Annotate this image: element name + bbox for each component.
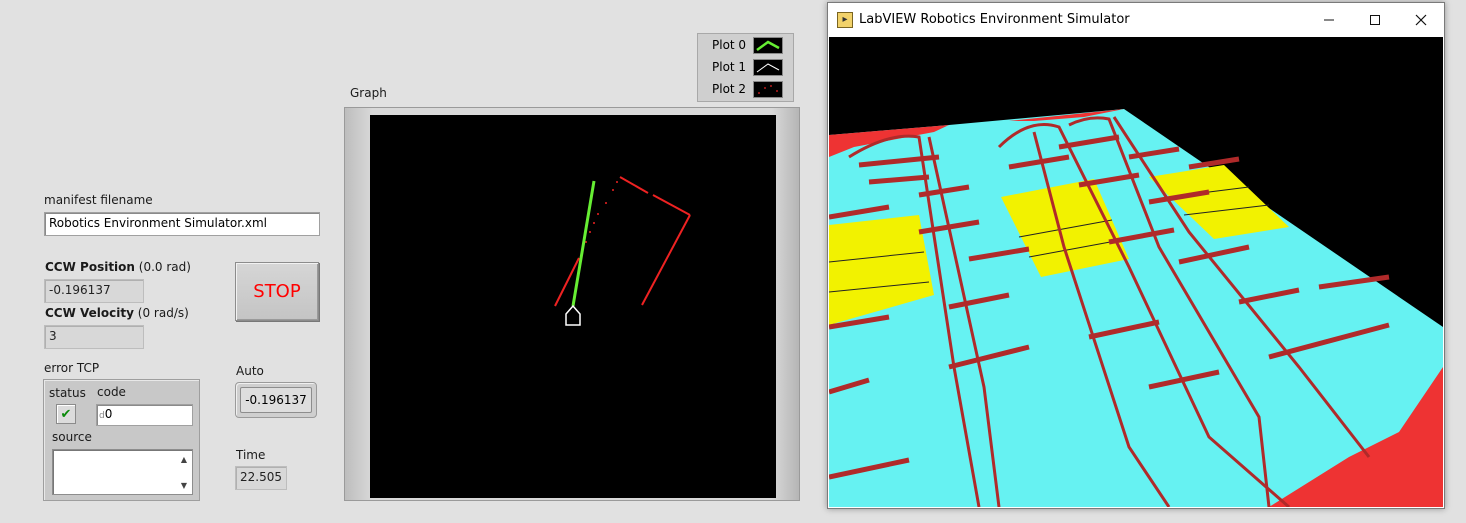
stop-button[interactable]: STOP: [235, 262, 319, 321]
scroll-up-icon[interactable]: ▲: [178, 453, 190, 465]
ccw-position-indicator: -0.196137: [44, 279, 144, 303]
checkmark-icon: ✔: [60, 406, 72, 422]
simulator-3d-viewport[interactable]: [829, 37, 1443, 507]
code-label: code: [97, 385, 126, 399]
graph-label: Graph: [350, 86, 387, 100]
manifest-filename-input[interactable]: Robotics Environment Simulator.xml: [44, 212, 320, 236]
legend-item-plot2[interactable]: Plot 2: [698, 78, 793, 100]
simulator-window[interactable]: ▸ LabVIEW Robotics Environment Simulator: [827, 2, 1445, 509]
code-input[interactable]: d0: [96, 404, 193, 426]
ccw-velocity-indicator: 3: [44, 325, 144, 349]
legend-item-plot1[interactable]: Plot 1: [698, 56, 793, 78]
ccw-velocity-label-name: CCW Velocity: [45, 306, 134, 320]
maximize-icon: [1370, 15, 1380, 25]
status-checkbox[interactable]: ✔: [56, 404, 76, 424]
status-label: status: [49, 386, 86, 400]
legend-swatch-plot1: [753, 59, 783, 76]
graph-legend[interactable]: Plot 0 Plot 1 Plot 2: [697, 33, 794, 102]
close-icon: [1415, 14, 1427, 26]
error-cluster-label: error TCP: [44, 361, 100, 375]
auto-indicator-frame: -0.196137: [235, 382, 317, 418]
code-value: 0: [104, 407, 113, 421]
legend-label: Plot 1: [712, 60, 747, 74]
ccw-position-label-name: CCW Position: [45, 260, 135, 274]
legend-label: Plot 0: [712, 38, 747, 52]
maximize-button[interactable]: [1352, 3, 1398, 37]
legend-label: Plot 2: [712, 82, 747, 96]
scroll-down-icon[interactable]: ▼: [178, 479, 190, 491]
auto-label: Auto: [236, 364, 264, 378]
source-label: source: [52, 430, 92, 444]
minimize-button[interactable]: [1306, 3, 1352, 37]
close-button[interactable]: [1398, 3, 1444, 37]
graph-plot-area[interactable]: [370, 115, 776, 498]
legend-swatch-plot2: [753, 81, 783, 98]
manifest-filename-label: manifest filename: [44, 193, 153, 207]
ccw-position-label-unit: (0.0 rad): [138, 260, 191, 274]
legend-swatch-plot0: [753, 37, 783, 54]
ccw-velocity-label-unit: (0 rad/s): [137, 306, 189, 320]
time-indicator: 22.505: [235, 466, 287, 490]
minimize-icon: [1324, 19, 1334, 21]
ccw-position-label: CCW Position (0.0 rad): [45, 260, 191, 274]
auto-indicator: -0.196137: [240, 387, 312, 413]
time-label: Time: [236, 448, 266, 462]
labview-app-icon: ▸: [837, 12, 853, 28]
graph-frame: [344, 107, 800, 501]
legend-item-plot0[interactable]: Plot 0: [698, 34, 793, 56]
ccw-velocity-label: CCW Velocity (0 rad/s): [45, 306, 189, 320]
source-textarea[interactable]: ▲ ▼: [52, 449, 193, 495]
error-cluster: status ✔ code d0 source ▲ ▼: [43, 379, 200, 501]
simulator-titlebar[interactable]: ▸ LabVIEW Robotics Environment Simulator: [828, 3, 1444, 37]
simulator-title: LabVIEW Robotics Environment Simulator: [859, 12, 1130, 27]
